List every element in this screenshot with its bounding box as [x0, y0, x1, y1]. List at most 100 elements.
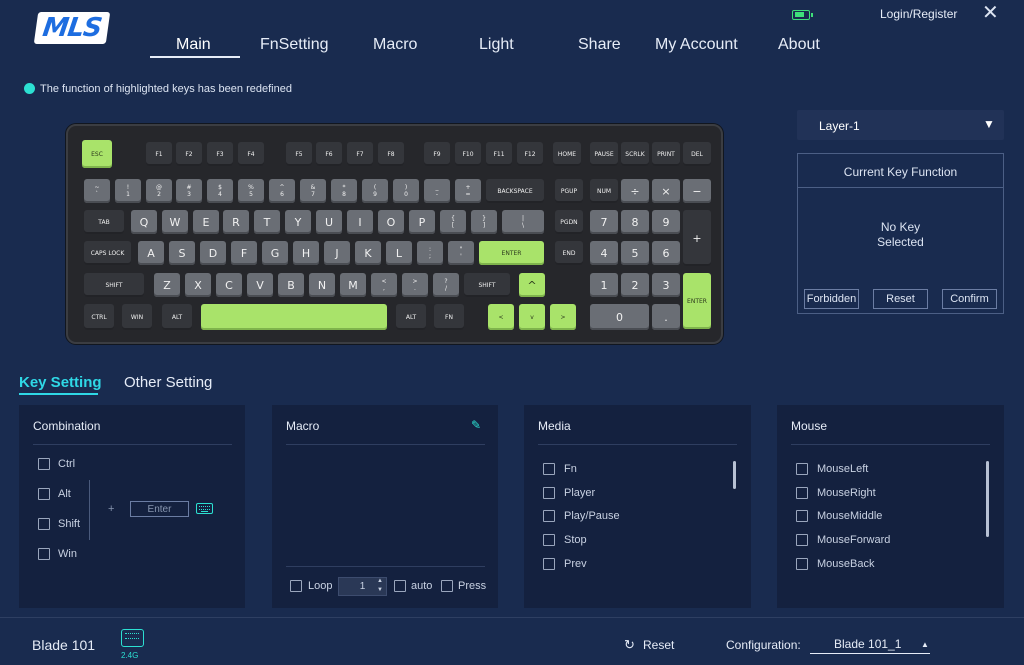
keyboard-key[interactable]: ENTER — [683, 273, 711, 329]
keyboard-key[interactable]: PRINT — [652, 142, 680, 166]
keyboard-key[interactable]: P — [409, 210, 435, 234]
keyboard-key[interactable]: _ - — [424, 179, 450, 203]
media-scrollbar[interactable] — [733, 461, 736, 489]
keyboard-key[interactable]: ALT — [162, 304, 192, 330]
keyboard-key[interactable]: F5 — [286, 142, 312, 166]
alt-checkbox[interactable] — [38, 488, 50, 500]
keyboard-key[interactable]: FN — [434, 304, 464, 330]
keyboard-key[interactable]: W — [162, 210, 188, 234]
keyboard-key[interactable]: H — [293, 241, 319, 265]
keyboard-key[interactable]: ÷ — [621, 179, 649, 203]
keyboard-key[interactable]: C — [216, 273, 242, 297]
keyboard-key[interactable]: CTRL — [84, 304, 114, 330]
keyboard-key[interactable]: BACKSPACE — [486, 179, 544, 203]
mouse-checkbox[interactable] — [796, 510, 808, 522]
mouse-checkbox[interactable] — [796, 487, 808, 499]
keyboard-key[interactable]: < , — [371, 273, 397, 297]
keyboard-key[interactable]: 1 — [590, 273, 618, 297]
keyboard-key[interactable]: M — [340, 273, 366, 297]
confirm-button[interactable]: Confirm — [942, 289, 997, 309]
keyboard-key[interactable]: Y — [285, 210, 311, 234]
keyboard-key[interactable]: NUM — [590, 179, 618, 203]
keyboard-key[interactable]: ( 9 — [362, 179, 388, 203]
keyboard-key[interactable]: ! 1 — [115, 179, 141, 203]
keyboard-key[interactable]: SCRLK — [621, 142, 649, 166]
win-checkbox[interactable] — [38, 548, 50, 560]
keyboard-key[interactable]: > — [550, 304, 576, 330]
nav-my-account[interactable]: My Account — [655, 36, 738, 54]
keyboard-key[interactable]: * 8 — [331, 179, 357, 203]
keyboard-key[interactable]: F1 — [146, 142, 172, 166]
keyboard-key[interactable]: $ 4 — [207, 179, 233, 203]
keyboard-key[interactable]: K — [355, 241, 381, 265]
keyboard-key[interactable]: SHIFT — [84, 273, 144, 297]
auto-checkbox[interactable] — [394, 580, 406, 592]
keyboard-key[interactable]: ESC — [82, 140, 112, 168]
keyboard-key[interactable]: Z — [154, 273, 180, 297]
nav-light[interactable]: Light — [479, 36, 514, 54]
keyboard-key[interactable]: % 5 — [238, 179, 264, 203]
keyboard-key[interactable]: } ] — [471, 210, 497, 234]
keyboard-key[interactable]: F6 — [316, 142, 342, 166]
keyboard-key[interactable]: S — [169, 241, 195, 265]
tab-key-setting[interactable]: Key Setting — [19, 374, 102, 391]
keyboard-key[interactable]: & 7 — [300, 179, 326, 203]
nav-macro[interactable]: Macro — [373, 36, 417, 54]
keyboard-key[interactable]: D — [200, 241, 226, 265]
media-checkbox[interactable] — [543, 487, 555, 499]
keyboard-key[interactable]: < — [488, 304, 514, 330]
forbidden-button[interactable]: Forbidden — [804, 289, 859, 309]
combination-key-input[interactable]: Enter — [130, 501, 189, 517]
keyboard-key[interactable]: PAUSE — [590, 142, 618, 166]
keyboard-icon[interactable] — [196, 503, 213, 514]
keyboard-key[interactable]: v — [519, 304, 545, 330]
keyboard-key[interactable]: A — [138, 241, 164, 265]
keyboard-key[interactable]: X — [185, 273, 211, 297]
mouse-scrollbar[interactable] — [986, 461, 989, 537]
keyboard-key[interactable]: 9 — [652, 210, 680, 234]
nav-about[interactable]: About — [778, 36, 820, 54]
keyboard-key[interactable]: PGDN — [555, 210, 583, 234]
layer-select[interactable]: Layer-1 — [797, 110, 1004, 140]
media-checkbox[interactable] — [543, 463, 555, 475]
edit-icon[interactable]: ✎ — [471, 418, 481, 432]
keyboard-key[interactable]: # 3 — [176, 179, 202, 203]
keyboard-key[interactable]: × — [652, 179, 680, 203]
keyboard-key[interactable]: V — [247, 273, 273, 297]
keyboard-key[interactable]: 4 — [590, 241, 618, 265]
keyboard-key[interactable]: { [ — [440, 210, 466, 234]
keyboard-key[interactable]: F4 — [238, 142, 264, 166]
keyboard-key[interactable]: O — [378, 210, 404, 234]
keyboard-key[interactable]: F9 — [424, 142, 450, 166]
keyboard-key[interactable]: ~ ` — [84, 179, 110, 203]
keyboard-key[interactable]: L — [386, 241, 412, 265]
keyboard-key[interactable]: 3 — [652, 273, 680, 297]
keyboard-key[interactable]: END — [555, 241, 583, 265]
keyboard-key[interactable]: F2 — [176, 142, 202, 166]
keyboard-key[interactable]: ^ 6 — [269, 179, 295, 203]
keyboard-key[interactable]: 0 — [590, 304, 649, 330]
media-checkbox[interactable] — [543, 534, 555, 546]
keyboard-key[interactable]: G — [262, 241, 288, 265]
keyboard-key[interactable]: : ; — [417, 241, 443, 265]
keyboard-key[interactable]: ENTER — [479, 241, 544, 265]
keyboard-key[interactable]: Q — [131, 210, 157, 234]
keyboard-key[interactable]: DEL — [683, 142, 711, 166]
login-register-link[interactable]: Login/Register — [880, 7, 957, 21]
keyboard-key[interactable]: J — [324, 241, 350, 265]
keyboard-key[interactable]: > . — [402, 273, 428, 297]
nav-share[interactable]: Share — [578, 36, 621, 54]
mouse-checkbox[interactable] — [796, 534, 808, 546]
keyboard-key[interactable] — [201, 304, 387, 330]
configuration-select[interactable]: Blade 101_1 — [810, 637, 930, 654]
loop-checkbox[interactable] — [290, 580, 302, 592]
keyboard-key[interactable]: 6 — [652, 241, 680, 265]
close-icon[interactable]: ✕ — [982, 3, 999, 23]
keyboard-key[interactable]: + — [683, 210, 711, 266]
keyboard-key[interactable]: F10 — [455, 142, 481, 166]
keyboard-key[interactable]: + = — [455, 179, 481, 203]
keyboard-key[interactable]: 2 — [621, 273, 649, 297]
shift-checkbox[interactable] — [38, 518, 50, 530]
tab-other-setting[interactable]: Other Setting — [124, 374, 212, 391]
reset-key-button[interactable]: Reset — [873, 289, 928, 309]
